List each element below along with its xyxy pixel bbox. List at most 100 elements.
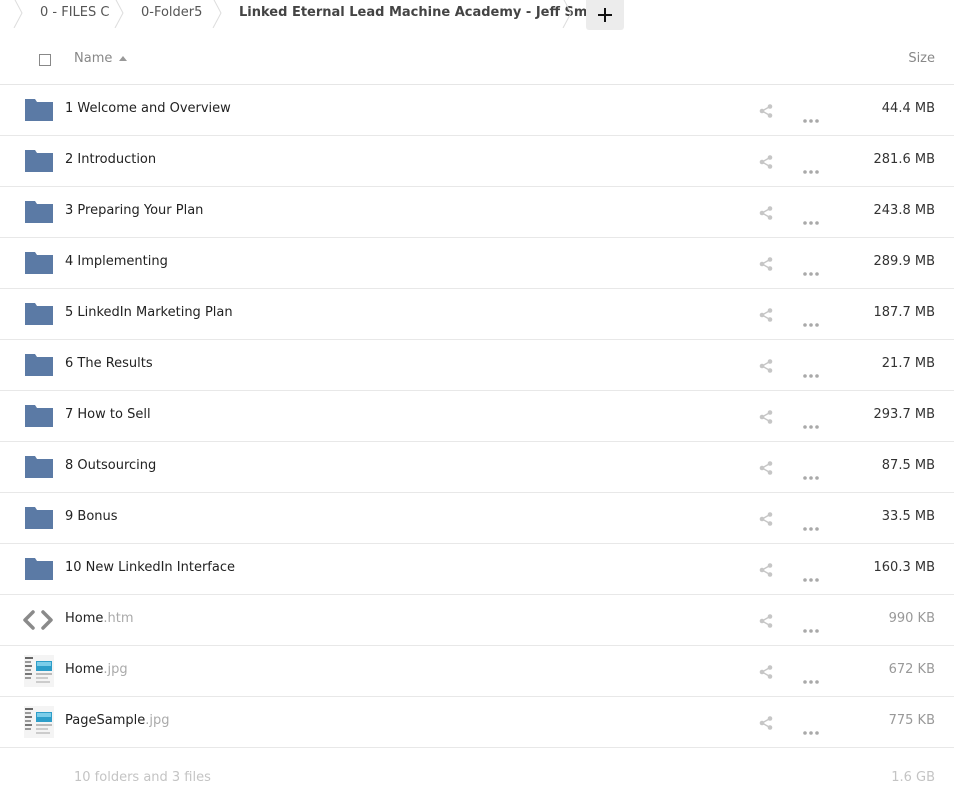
more-actions-icon[interactable] <box>803 108 819 127</box>
folder-row[interactable]: 5 LinkedIn Marketing Plan 187.7 MB <box>0 289 954 340</box>
folder-icon[interactable] <box>24 249 54 277</box>
folder-icon[interactable] <box>24 555 54 583</box>
folder-row[interactable]: 1 Welcome and Overview 44.4 MB <box>0 85 954 136</box>
share-icon[interactable] <box>759 511 773 530</box>
size-column-header[interactable]: Size <box>908 51 935 66</box>
more-actions-icon[interactable] <box>803 210 819 229</box>
file-extension: .jpg <box>103 662 128 677</box>
more-actions-icon[interactable] <box>803 465 819 484</box>
file-name[interactable]: 9 Bonus <box>65 509 118 524</box>
share-icon[interactable] <box>759 205 773 224</box>
folder-row[interactable]: 7 How to Sell 293.7 MB <box>0 391 954 442</box>
folder-icon[interactable] <box>24 96 54 124</box>
more-actions-icon[interactable] <box>803 618 819 637</box>
folder-row[interactable]: 9 Bonus 33.5 MB <box>0 493 954 544</box>
more-actions-icon[interactable] <box>803 516 819 535</box>
share-icon[interactable] <box>759 562 773 581</box>
file-name[interactable]: 5 LinkedIn Marketing Plan <box>65 305 233 320</box>
sort-ascending-icon[interactable] <box>119 56 127 61</box>
file-size: 160.3 MB <box>873 560 935 575</box>
code-file-icon[interactable] <box>22 606 53 634</box>
file-name[interactable]: 3 Preparing Your Plan <box>65 203 203 218</box>
share-icon[interactable] <box>759 409 773 428</box>
breadcrumb-separator-icon <box>562 0 572 28</box>
file-name-base: 8 Outsourcing <box>65 458 157 473</box>
file-name-base: 5 LinkedIn Marketing Plan <box>65 305 233 320</box>
share-icon[interactable] <box>759 664 773 683</box>
share-icon[interactable] <box>759 460 773 479</box>
breadcrumb-separator-icon <box>13 0 23 28</box>
more-actions-icon[interactable] <box>803 669 819 688</box>
file-extension: .htm <box>103 611 134 626</box>
share-icon[interactable] <box>759 715 773 734</box>
folder-icon[interactable] <box>24 300 54 328</box>
file-name[interactable]: 10 New LinkedIn Interface <box>65 560 235 575</box>
file-size: 33.5 MB <box>881 509 935 524</box>
file-row[interactable]: Home.htm 990 KB <box>0 595 954 646</box>
file-size: 87.5 MB <box>881 458 935 473</box>
file-name[interactable]: Home.htm <box>65 611 134 626</box>
file-size: 21.7 MB <box>881 356 935 371</box>
file-size: 243.8 MB <box>873 203 935 218</box>
breadcrumb-item-folder5[interactable]: 0-Folder5 <box>141 0 202 26</box>
folder-row[interactable]: 4 Implementing 289.9 MB <box>0 238 954 289</box>
file-list: 1 Welcome and Overview 44.4 MB 2 Introduct… <box>0 85 954 748</box>
share-icon[interactable] <box>759 103 773 122</box>
file-name-base: 10 New LinkedIn Interface <box>65 560 235 575</box>
file-row[interactable]: PageSample.jpg 775 KB <box>0 697 954 748</box>
folder-icon[interactable] <box>24 504 54 532</box>
file-row[interactable]: Home.jpg 672 KB <box>0 646 954 697</box>
name-column-header[interactable]: Name <box>74 51 112 66</box>
share-icon[interactable] <box>759 307 773 326</box>
share-icon[interactable] <box>759 613 773 632</box>
more-actions-icon[interactable] <box>803 567 819 586</box>
breadcrumb-separator-icon <box>212 0 222 28</box>
folder-row[interactable]: 10 New LinkedIn Interface 160.3 MB <box>0 544 954 595</box>
more-actions-icon[interactable] <box>803 720 819 739</box>
file-name[interactable]: 8 Outsourcing <box>65 458 156 473</box>
folder-row[interactable]: 6 The Results 21.7 MB <box>0 340 954 391</box>
folder-icon[interactable] <box>24 351 54 379</box>
file-name[interactable]: 4 Implementing <box>65 254 168 269</box>
more-actions-icon[interactable] <box>803 414 819 433</box>
image-thumbnail-icon[interactable] <box>24 655 54 687</box>
more-actions-icon[interactable] <box>803 312 819 331</box>
file-name-base: Home <box>65 611 104 626</box>
more-actions-icon[interactable] <box>803 159 819 178</box>
file-size: 44.4 MB <box>881 101 935 116</box>
file-size: 672 KB <box>888 662 935 677</box>
folder-icon[interactable] <box>24 147 54 175</box>
breadcrumb-item-current[interactable]: Linked Eternal Lead Machine Academy - Je… <box>239 0 607 26</box>
folder-row[interactable]: 2 Introduction 281.6 MB <box>0 136 954 187</box>
folder-row[interactable]: 8 Outsourcing 87.5 MB <box>0 442 954 493</box>
file-name[interactable]: PageSample.jpg <box>65 713 169 728</box>
file-name[interactable]: Home.jpg <box>65 662 128 677</box>
folder-icon[interactable] <box>24 402 54 430</box>
folder-row[interactable]: 3 Preparing Your Plan 243.8 MB <box>0 187 954 238</box>
summary-total-size: 1.6 GB <box>891 770 935 785</box>
file-name-base: 2 Introduction <box>65 152 157 167</box>
folder-icon[interactable] <box>24 198 54 226</box>
image-thumbnail-icon[interactable] <box>24 706 54 738</box>
select-all-checkbox[interactable] <box>39 54 51 66</box>
more-actions-icon[interactable] <box>803 261 819 280</box>
breadcrumb-item-files-c[interactable]: 0 - FILES C <box>40 0 109 26</box>
file-list-header: Name Size <box>0 36 954 85</box>
file-name-base: 3 Preparing Your Plan <box>65 203 204 218</box>
breadcrumb-separator-icon <box>114 0 124 28</box>
file-name[interactable]: 2 Introduction <box>65 152 156 167</box>
file-name[interactable]: 1 Welcome and Overview <box>65 101 231 116</box>
file-list-summary: 10 folders and 3 files 1.6 GB <box>0 760 954 796</box>
file-name[interactable]: 7 How to Sell <box>65 407 151 422</box>
file-name-base: 6 The Results <box>65 356 153 371</box>
file-name[interactable]: 6 The Results <box>65 356 153 371</box>
share-icon[interactable] <box>759 154 773 173</box>
more-actions-icon[interactable] <box>803 363 819 382</box>
file-name-base: PageSample <box>65 713 146 728</box>
add-new-button[interactable] <box>586 0 624 30</box>
file-name-base: 7 How to Sell <box>65 407 151 422</box>
folder-icon[interactable] <box>24 453 54 481</box>
share-icon[interactable] <box>759 256 773 275</box>
share-icon[interactable] <box>759 358 773 377</box>
file-name-base: 9 Bonus <box>65 509 118 524</box>
